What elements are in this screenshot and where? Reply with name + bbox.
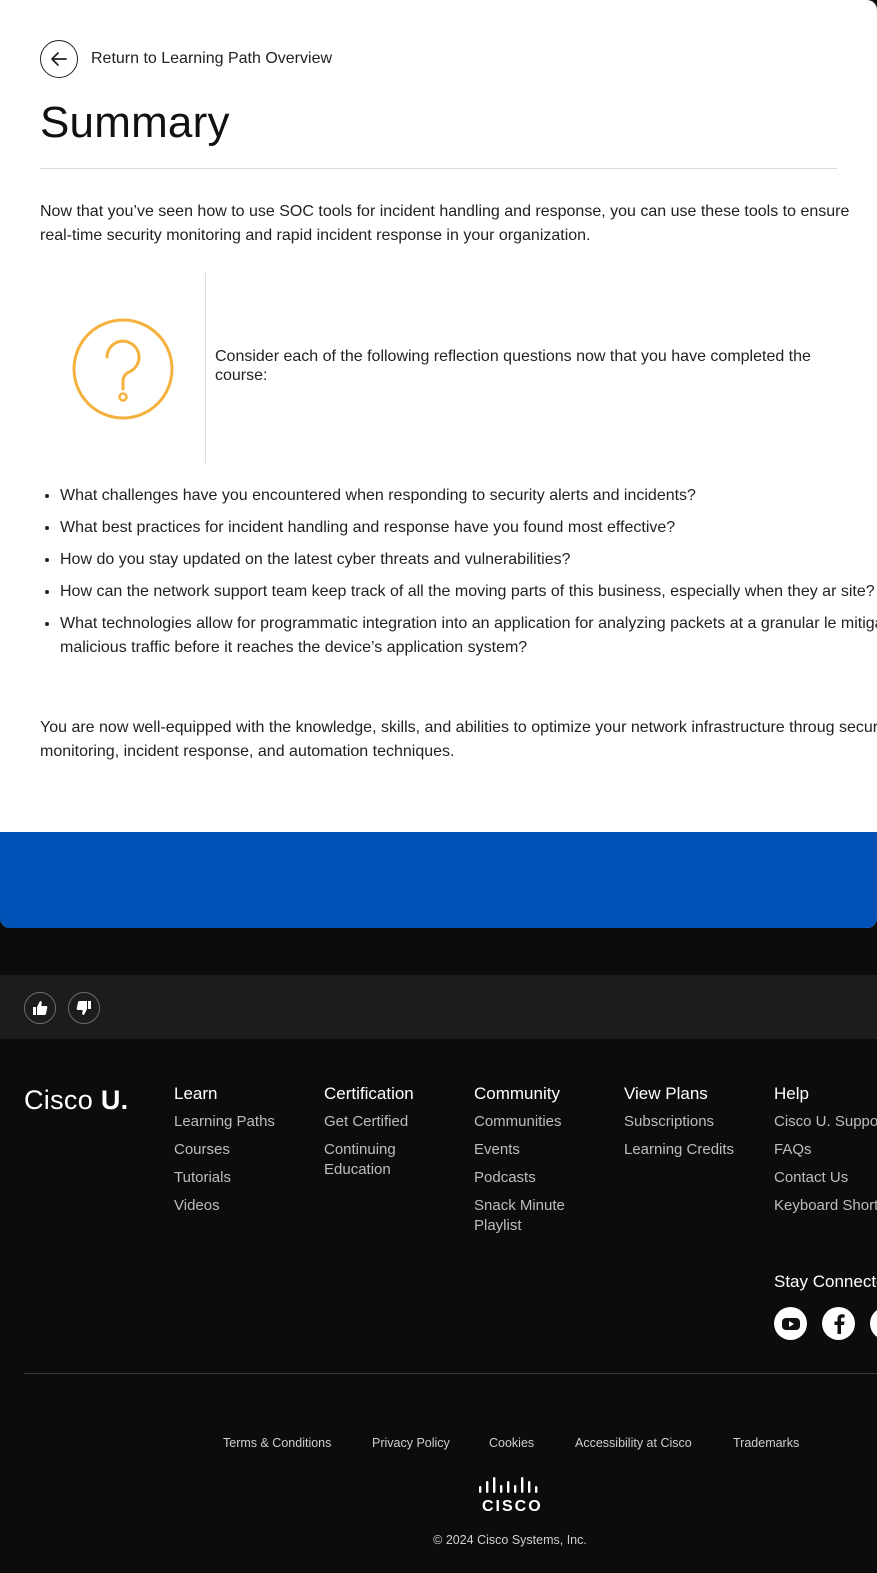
feedback-bar bbox=[0, 975, 877, 1039]
footer-heading: Community bbox=[474, 1084, 560, 1103]
youtube-link[interactable] bbox=[774, 1307, 807, 1340]
footer-link[interactable]: Courses bbox=[174, 1140, 314, 1160]
facebook-icon bbox=[834, 1313, 845, 1334]
dislike-button[interactable] bbox=[68, 992, 100, 1024]
outro-paragraph: You are now well-equipped with the knowl… bbox=[40, 719, 877, 760]
like-button[interactable] bbox=[24, 992, 56, 1024]
trademarks-link[interactable]: Trademarks bbox=[733, 1436, 799, 1450]
copyright: © 2024 Cisco Systems, Inc. bbox=[433, 1533, 587, 1547]
cisco-bars-icon bbox=[479, 1477, 538, 1493]
footer-heading: View Plans bbox=[624, 1084, 708, 1103]
footer-col-help: Help Cisco U. Suppor FAQs Contact Us Key… bbox=[774, 1084, 877, 1224]
back-button[interactable] bbox=[40, 40, 78, 78]
reflection-questions: What challenges have you encountered whe… bbox=[40, 484, 877, 668]
question-circle-icon bbox=[72, 318, 174, 420]
footer-link[interactable]: Get Certified bbox=[324, 1112, 464, 1132]
content-card: Return to Learning Path Overview Summary… bbox=[0, 0, 877, 928]
page-title: Summary bbox=[40, 98, 230, 147]
list-item: What challenges have you encountered whe… bbox=[60, 484, 877, 508]
cisco-u-logo[interactable]: Cisco U. bbox=[24, 1085, 128, 1116]
footer-link[interactable]: Cisco U. Suppor bbox=[774, 1112, 877, 1132]
footer-link[interactable]: Contact Us bbox=[774, 1168, 877, 1188]
cisco-wordmark: CISCO bbox=[482, 1498, 543, 1515]
list-item: What technologies allow for programmatic… bbox=[60, 612, 877, 660]
facebook-link[interactable] bbox=[822, 1307, 855, 1340]
back-nav: Return to Learning Path Overview bbox=[40, 40, 332, 78]
social-link[interactable] bbox=[870, 1307, 877, 1340]
thumbs-up-icon bbox=[33, 1001, 48, 1015]
cookies-link[interactable]: Cookies bbox=[489, 1436, 534, 1450]
title-divider bbox=[40, 168, 837, 169]
list-item: How do you stay updated on the latest cy… bbox=[60, 548, 877, 572]
terms-link[interactable]: Terms & Conditions bbox=[223, 1436, 331, 1450]
accessibility-link[interactable]: Accessibility at Cisco bbox=[575, 1436, 692, 1450]
thumbs-down-icon bbox=[76, 1001, 91, 1015]
footer-col-view-plans: View Plans Subscriptions Learning Credit… bbox=[624, 1084, 764, 1168]
stay-connected-heading: Stay Connecte bbox=[774, 1272, 877, 1291]
callout-text: Consider each of the following reflectio… bbox=[215, 348, 811, 384]
youtube-icon bbox=[781, 1317, 800, 1330]
privacy-link[interactable]: Privacy Policy bbox=[372, 1436, 450, 1450]
footer-col-certification: Certification Get Certified Continuing E… bbox=[324, 1084, 464, 1188]
footer-heading: Certification bbox=[324, 1084, 414, 1103]
footer-divider bbox=[24, 1373, 877, 1374]
cisco-logo: CISCO bbox=[477, 1477, 543, 1516]
footer-link[interactable]: Communities bbox=[474, 1112, 614, 1132]
logo-suffix: U. bbox=[100, 1085, 129, 1115]
arrow-left-icon bbox=[51, 52, 67, 66]
footer-link[interactable]: Subscriptions bbox=[624, 1112, 764, 1132]
logo-name: Cisco bbox=[24, 1085, 94, 1115]
footer-col-learn: Learn Learning Paths Courses Tutorials V… bbox=[174, 1084, 314, 1224]
footer-link[interactable]: Learning Credits bbox=[624, 1140, 764, 1160]
footer-link[interactable]: FAQs bbox=[774, 1140, 877, 1160]
intro-paragraph: Now that you’ve seen how to use SOC tool… bbox=[40, 203, 850, 244]
footer-link[interactable]: Learning Paths bbox=[174, 1112, 314, 1132]
footer-col-community: Community Communities Events Podcasts Sn… bbox=[474, 1084, 614, 1244]
back-link[interactable]: Return to Learning Path Overview bbox=[91, 50, 332, 68]
footer-link[interactable]: Podcasts bbox=[474, 1168, 614, 1188]
footer-link[interactable]: Videos bbox=[174, 1196, 314, 1216]
footer-link[interactable]: Snack Minute Playlist bbox=[474, 1196, 584, 1236]
footer-heading: Help bbox=[774, 1084, 809, 1103]
footer-link[interactable]: Continuing Education bbox=[324, 1140, 424, 1180]
callout-divider bbox=[205, 273, 206, 463]
footer-link[interactable]: Tutorials bbox=[174, 1168, 314, 1188]
list-item: How can the network support team keep tr… bbox=[60, 580, 877, 604]
footer-link[interactable]: Keyboard Shortc bbox=[774, 1196, 877, 1216]
list-item: What best practices for incident handlin… bbox=[60, 516, 877, 540]
footer-heading: Learn bbox=[174, 1084, 218, 1103]
footer-link[interactable]: Events bbox=[474, 1140, 614, 1160]
blue-band bbox=[0, 832, 877, 928]
